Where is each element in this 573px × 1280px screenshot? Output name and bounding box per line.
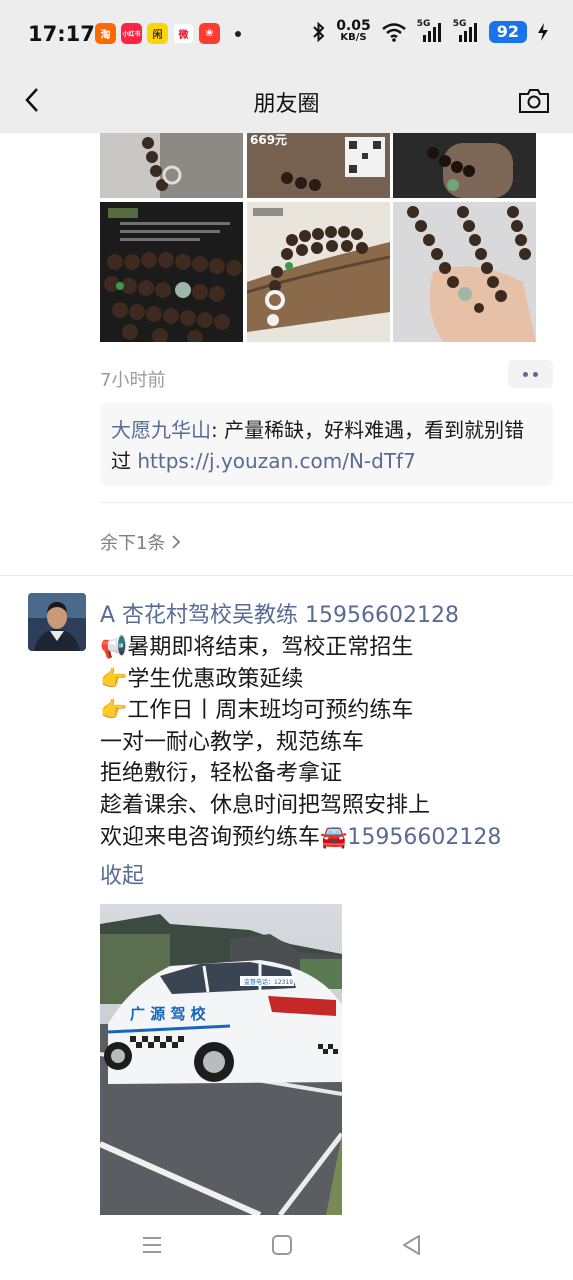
camera-icon[interactable] bbox=[517, 84, 551, 118]
xianyu-icon: 闲 bbox=[147, 23, 168, 44]
post-line-last: 欢迎来电咨询预约练车🚘15956602128 bbox=[100, 822, 550, 854]
grid-image-3[interactable] bbox=[393, 133, 536, 198]
grid-image-2[interactable]: 669元 bbox=[247, 133, 390, 198]
avatar[interactable] bbox=[28, 593, 86, 651]
chevron-right-icon bbox=[172, 535, 181, 549]
post-line: 拒绝敷衍，轻松备考拿证 bbox=[100, 761, 343, 787]
post-time: 7小时前 bbox=[100, 370, 166, 391]
post-line: 📢暑期即将结束，驾校正常招生 bbox=[100, 635, 414, 660]
xiaohongshu-icon: 小红书 bbox=[121, 23, 142, 44]
divider bbox=[100, 502, 573, 503]
taobao-icon: 淘 bbox=[95, 23, 116, 44]
net-speed: 0.05 KB/S bbox=[336, 19, 371, 43]
charging-icon bbox=[538, 22, 548, 41]
post-line: 👉学生优惠政策延续 bbox=[100, 666, 304, 692]
system-nav-bar bbox=[0, 1215, 573, 1280]
phone-link[interactable]: 15956602128 bbox=[347, 825, 501, 850]
more-actions-button[interactable] bbox=[508, 360, 553, 388]
back-triangle-icon[interactable] bbox=[398, 1231, 426, 1259]
comment-box: 大愿九华山: 产量稀缺，好料难遇，看到就别错过 https://j.youzan… bbox=[100, 403, 553, 486]
weibo-icon: 微 bbox=[173, 23, 194, 44]
more-notifications-icon bbox=[235, 30, 241, 37]
page-title: 朋友圈 bbox=[253, 92, 320, 117]
signal-2-icon: 5G bbox=[453, 19, 479, 43]
grid-image-1[interactable] bbox=[100, 133, 243, 198]
post-image-car[interactable]: 监督电话：12319 广 源 驾 校 bbox=[100, 904, 342, 1215]
dot-icon bbox=[533, 371, 538, 377]
remaining-comments-link[interactable]: 余下1条 bbox=[100, 529, 181, 555]
wifi-icon bbox=[381, 22, 406, 42]
app-icon-red: ❀ bbox=[199, 23, 220, 44]
grid-image-6[interactable] bbox=[393, 202, 536, 342]
post-line: 👉工作日丨周末班均可预约练车 bbox=[100, 698, 414, 724]
bluetooth-icon bbox=[313, 21, 325, 42]
nav-bar: 朋友圈 bbox=[0, 68, 573, 133]
post-line: 趁着课余、休息时间把驾照安排上 bbox=[100, 792, 431, 818]
remaining-label: 余下1条 bbox=[100, 533, 166, 554]
dot-icon bbox=[523, 371, 528, 377]
notification-icons: 淘 小红书 闲 微 ❀ bbox=[95, 23, 241, 44]
status-time: 17:17 bbox=[28, 22, 95, 46]
comment-separator: : bbox=[211, 418, 225, 442]
price-tag: 669元 bbox=[250, 133, 288, 147]
post-text: 📢暑期即将结束，驾校正常招生 👉学生优惠政策延续 👉工作日丨周末班均可预约练车 … bbox=[100, 632, 550, 853]
moments-feed[interactable]: 669元 7小时前 大愿九华山: 产量稀缺，好料难遇，看到就别错过 https:… bbox=[0, 133, 573, 1215]
collapse-link[interactable]: 收起 bbox=[100, 858, 144, 890]
grid-image-5[interactable] bbox=[247, 202, 390, 342]
status-bar: 17:17 淘 小红书 闲 微 ❀ 0.05 KB/S 5G 5G 92 bbox=[0, 0, 573, 68]
comment-author[interactable]: 大愿九华山 bbox=[111, 418, 211, 442]
comment-link[interactable]: https://j.youzan.com/N-dTf7 bbox=[137, 449, 415, 473]
post-author[interactable]: A 杏花村驾校吴教练 15956602128 bbox=[100, 597, 459, 629]
net-speed-unit: KB/S bbox=[340, 32, 367, 43]
battery-indicator: 92 bbox=[488, 20, 527, 43]
car-phone-sign: 监督电话：12319 bbox=[244, 978, 293, 986]
home-icon[interactable] bbox=[268, 1231, 296, 1259]
post-line: 一对一耐心教学，规范练车 bbox=[100, 729, 365, 755]
grid-image-4[interactable] bbox=[100, 202, 243, 342]
post-last-text: 欢迎来电咨询预约练车🚘 bbox=[100, 824, 348, 850]
signal-1-icon: 5G bbox=[417, 19, 443, 43]
car-school-sign: 广 源 驾 校 bbox=[130, 1005, 207, 1023]
status-indicators: 0.05 KB/S 5G 5G 92 bbox=[312, 19, 549, 43]
menu-icon[interactable] bbox=[138, 1231, 166, 1259]
post-divider bbox=[0, 575, 573, 576]
